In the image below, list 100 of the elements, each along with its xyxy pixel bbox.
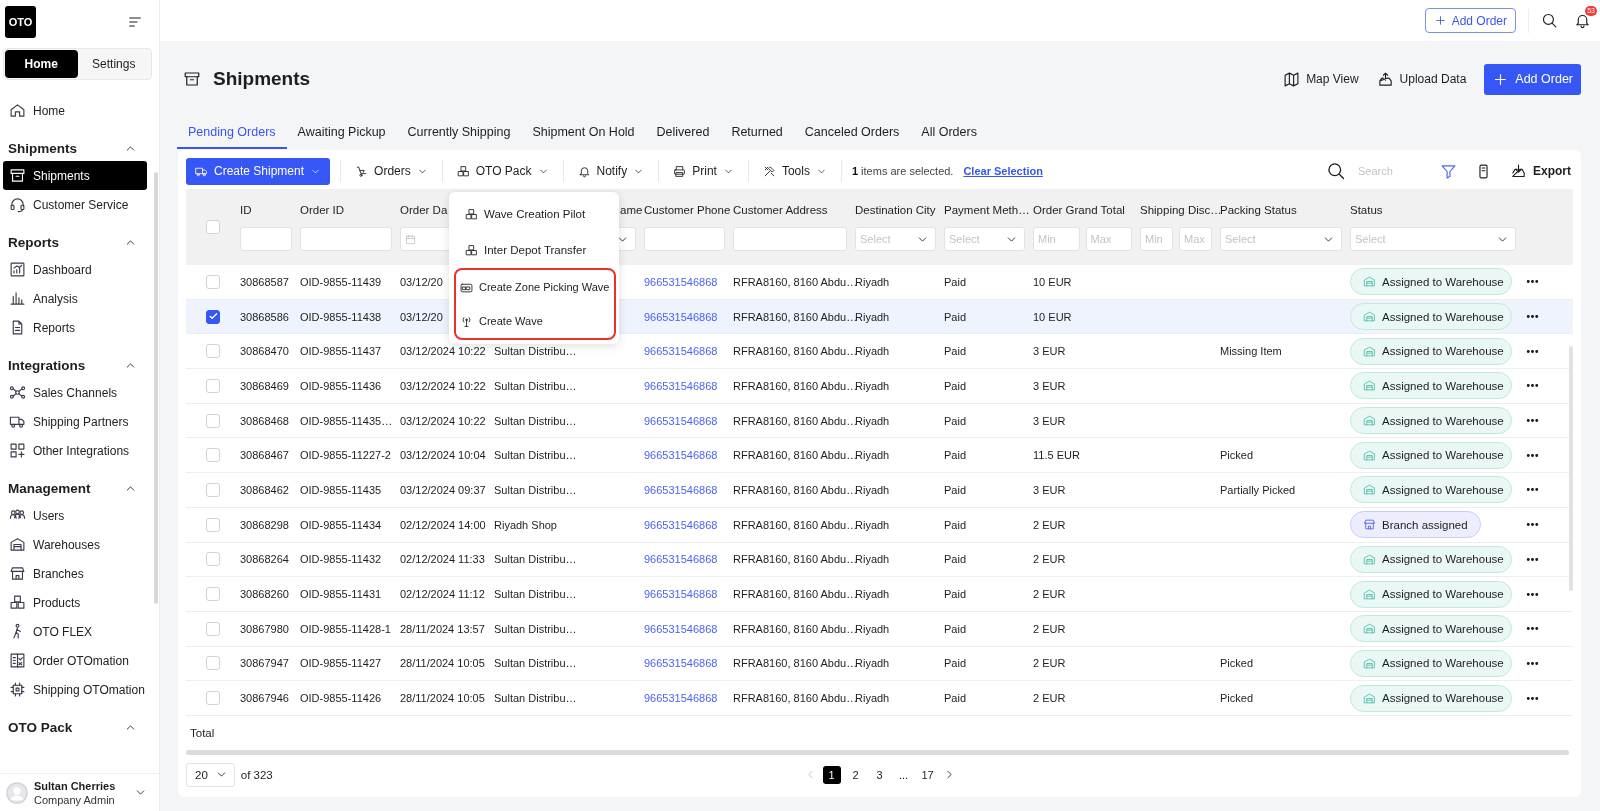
page-button[interactable]: 2: [846, 765, 865, 784]
table-row[interactable]: 30868467 OID-9855-11227-2 03/12/2024 10:04 Sultan Distribu… 966531546868 RFRA8160, 8160 Abdu…Riyadh Paid 11.5 EUR Picked Assigned to Warehouse: [186, 438, 1573, 474]
menu-item[interactable]: Wave Creation Pilot: [449, 196, 619, 232]
menu-icon[interactable]: [127, 14, 143, 30]
headset-icon: [9, 196, 26, 213]
tab[interactable]: Awaiting Pickup: [286, 117, 397, 149]
sidebar-item[interactable]: Reports: [3, 313, 147, 342]
phone-link[interactable]: 966531546868: [644, 518, 718, 531]
filter-field[interactable]: [240, 227, 292, 251]
max-field[interactable]: Max: [1085, 227, 1132, 251]
column-header: Packing Status: [1220, 203, 1297, 217]
warehouse-icon: [1363, 379, 1376, 393]
tab[interactable]: All Orders: [910, 117, 988, 149]
dropdown-button[interactable]: Orders: [351, 164, 432, 178]
column-header: Order Grand Total: [1033, 203, 1125, 217]
checkbox[interactable]: [206, 309, 220, 324]
phone-link[interactable]: 966531546868: [644, 414, 718, 427]
table-row[interactable]: 30867946 OID-9855-11426 28/11/2024 10:05 Sultan Distribu… 966531546868 RFRA8160, 8160 Abdu…Riyadh Paid 2 EUR Picked Assigned to Warehouse: [186, 681, 1573, 716]
tab[interactable]: Delivered: [645, 117, 721, 149]
table-cell: 30867980: [240, 622, 289, 635]
filter-field[interactable]: [644, 227, 725, 251]
sidebar-item[interactable]: Branches: [3, 559, 147, 588]
phone-link[interactable]: 966531546868: [644, 449, 718, 462]
clear-selection-link[interactable]: Clear Selection: [963, 165, 1043, 177]
phone-link[interactable]: 966531546868: [644, 275, 718, 288]
sidebar-item[interactable]: Users: [3, 501, 147, 530]
switch-tab[interactable]: Home: [5, 50, 78, 78]
sidebar-section[interactable]: Management: [0, 465, 159, 501]
tab[interactable]: Returned: [720, 117, 794, 149]
table-cell: 10 EUR: [1033, 275, 1072, 288]
table-row[interactable]: 30868260 OID-9855-11431 02/12/2024 11:12 Sultan Distribu… 966531546868 RFRA8160, 8160 Abdu…Riyadh Paid 2 EUR Assigned to Warehouse: [186, 577, 1573, 612]
sidebar-item[interactable]: Shipping Partners: [3, 407, 147, 436]
dropdown-button[interactable]: Print: [669, 164, 738, 178]
table-cell: 03/12/2024 10:22: [400, 414, 486, 427]
sidebar-item[interactable]: Warehouses: [3, 530, 147, 559]
min-field[interactable]: Min: [1033, 227, 1080, 251]
sidebar-section[interactable]: Integrations: [0, 342, 159, 378]
phone-link[interactable]: 966531546868: [644, 483, 718, 496]
filter-icon[interactable]: [1440, 162, 1457, 180]
table-row[interactable]: 30868462 OID-9855-11435 03/12/2024 09:37 Sultan Distribu… 966531546868 RFRA8160, 8160 Abdu…Riyadh Paid 3 EUR Partially Picked Assigned to Warehouse: [186, 473, 1573, 508]
warehouse-icon: [1363, 310, 1376, 324]
sidebar-item[interactable]: Order OTOmation: [3, 646, 147, 675]
page-button[interactable]: 3: [870, 765, 889, 784]
sidebar-section[interactable]: Shipments: [0, 125, 159, 161]
sidebar-item[interactable]: Customer Service: [3, 190, 147, 219]
table-row[interactable]: 30868298 OID-9855-11434 02/12/2024 14:00 Riyadh Shop 966531546868 RFRA8160, 8160 Abdu…Riyadh Paid 2 EUR Branch assigned: [186, 507, 1573, 543]
phone-link[interactable]: 966531546868: [644, 657, 718, 670]
logo[interactable]: OTO: [5, 6, 36, 38]
table-row[interactable]: 30867980 OID-9855-11428-1 28/11/2024 13:57 Sultan Distribu… 966531546868 RFRA8160, 8160 Abdu…Riyadh Paid 2 EUR Assigned to Warehouse: [186, 611, 1573, 647]
table-cell: 30868298: [240, 518, 289, 531]
phone-link[interactable]: 966531546868: [644, 553, 718, 566]
tab[interactable]: Canceled Orders: [793, 117, 911, 149]
header-action-button[interactable]: Map View: [1283, 70, 1359, 88]
table-row[interactable]: 30868469 OID-9855-11436 03/12/2024 10:22 Sultan Distribu… 966531546868 RFRA8160, 8160 Abdu…Riyadh Paid 3 EUR Assigned to Warehouse: [186, 369, 1573, 404]
min-field[interactable]: Min: [1140, 227, 1173, 251]
sidebar-item[interactable]: OTO FLEX: [3, 617, 147, 646]
sidebar-item[interactable]: Shipments: [3, 161, 147, 190]
phone-link[interactable]: 966531546868: [644, 379, 718, 392]
filter-field[interactable]: [733, 227, 847, 251]
add-order-button[interactable]: Add Order: [1484, 63, 1581, 95]
tab[interactable]: Currently Shipping: [396, 117, 522, 149]
sidebar-section[interactable]: OTO Pack: [0, 704, 159, 740]
filter-field[interactable]: [300, 227, 392, 251]
tab[interactable]: Shipment On Hold: [521, 117, 646, 149]
dropdown-button[interactable]: Notify: [573, 164, 649, 178]
max-field[interactable]: Max: [1179, 227, 1212, 251]
phone-link[interactable]: 966531546868: [644, 310, 718, 323]
sidebar-section[interactable]: Reports: [0, 219, 159, 255]
sidebar-item[interactable]: Other Integrations: [3, 436, 147, 465]
add-order-button[interactable]: Add Order: [1424, 8, 1516, 33]
sidebar-item[interactable]: Products: [3, 588, 147, 617]
sidebar-item[interactable]: Shipping OTOmation: [3, 675, 147, 704]
home-icon: [9, 102, 26, 119]
table-row[interactable]: 30867947 OID-9855-11427 28/11/2024 10:05 Sultan Distribu… 966531546868 RFRA8160, 8160 Abdu…Riyadh Paid 2 EUR Picked Assigned to Warehouse: [186, 646, 1573, 682]
dropdown-button[interactable]: Create Shipment: [186, 157, 331, 185]
export-button[interactable]: Export: [1510, 162, 1571, 180]
sidebar-item[interactable]: Analysis: [3, 284, 147, 313]
table-cell: OID-9855-11427: [300, 657, 382, 670]
header-action-button[interactable]: Upload Data: [1376, 70, 1467, 88]
page-button[interactable]: 1: [822, 765, 841, 784]
search-icon[interactable]: [1541, 12, 1558, 29]
page-size-select[interactable]: 20: [186, 762, 235, 787]
bell-icon[interactable]: [1574, 12, 1591, 29]
page-button[interactable]: 17: [918, 765, 937, 784]
table-row[interactable]: 30868264 OID-9855-11432 02/12/2024 11:33 Sultan Distribu… 966531546868 RFRA8160, 8160 Abdu…Riyadh Paid 2 EUR Assigned to Warehouse: [186, 542, 1573, 578]
scrollbar[interactable]: [186, 749, 1569, 755]
switch-tab[interactable]: Settings: [77, 50, 150, 78]
sidebar-item[interactable]: Home: [3, 96, 147, 125]
phone-link[interactable]: 966531546868: [644, 588, 718, 601]
phone-link[interactable]: 966531546868: [644, 692, 718, 705]
sidebar-item[interactable]: Dashboard: [3, 255, 147, 284]
phone-link[interactable]: 966531546868: [644, 345, 718, 358]
sidebar-item[interactable]: Sales Channels: [3, 378, 147, 407]
page-button[interactable]: ...: [894, 765, 913, 784]
dropdown-button[interactable]: OTO Pack: [452, 164, 553, 178]
table-row[interactable]: 30868468 OID-9855-11435… 03/12/2024 10:22 Sultan Distribu… 966531546868 RFRA8160, 8160 Abdu…Riyadh Paid 3 EUR Assigned to Warehouse: [186, 403, 1573, 439]
dropdown-button[interactable]: Tools: [758, 164, 831, 178]
menu-item[interactable]: Inter Depot Transfer: [449, 232, 619, 268]
phone-link[interactable]: 966531546868: [644, 622, 718, 635]
printer-icon: [673, 164, 687, 178]
